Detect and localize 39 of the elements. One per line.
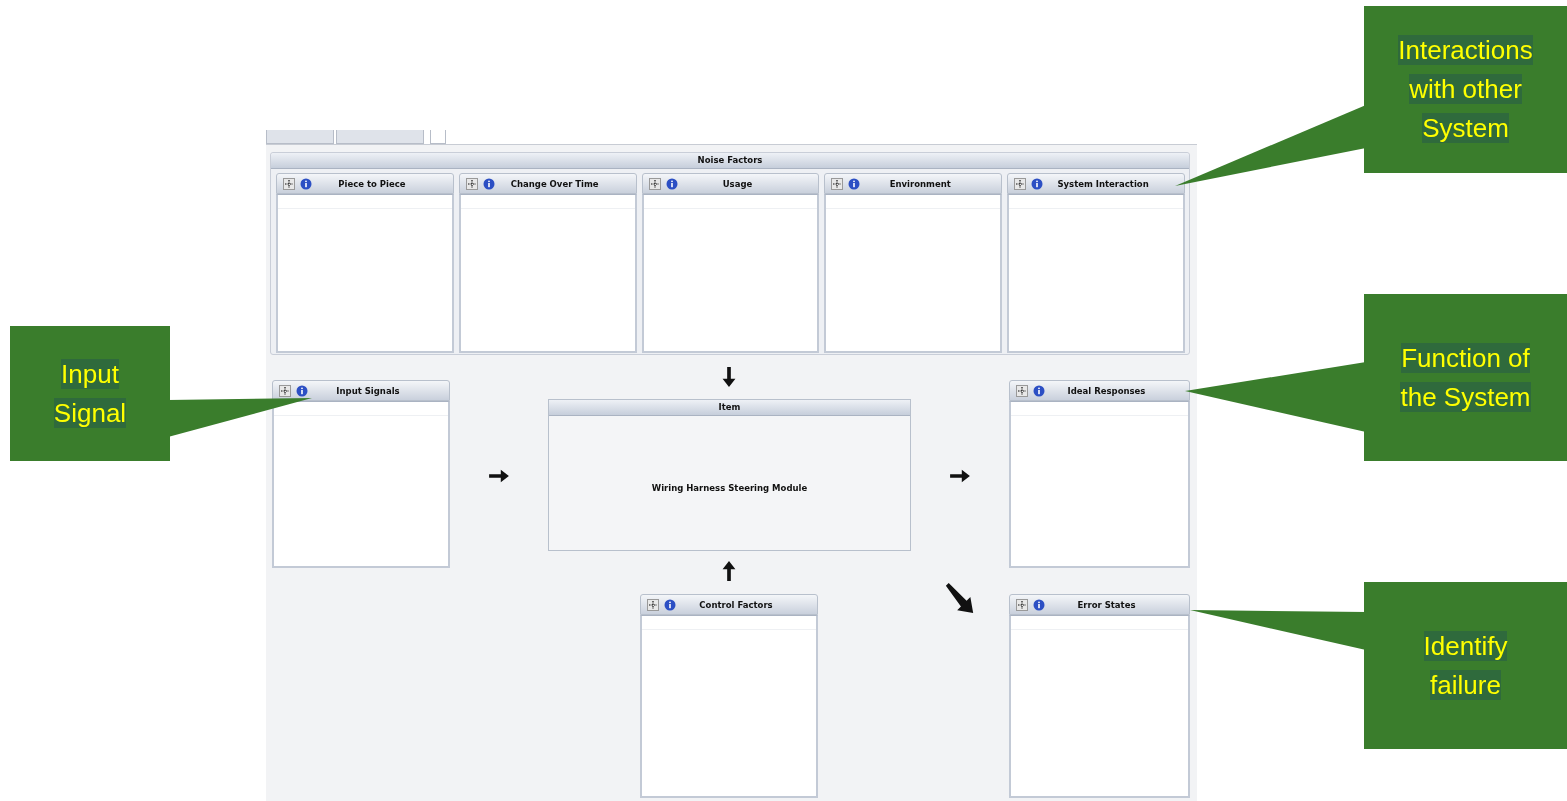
info-icon[interactable] [1033,598,1045,611]
info-icon[interactable] [296,384,308,397]
move-icon[interactable] [279,384,291,397]
item-name: Wiring Harness Steering Module [651,483,808,493]
callout-text: Input Signal [52,357,128,430]
move-icon[interactable] [648,177,661,190]
panel-title: Usage [721,178,754,189]
panel-title: Input Signals [335,385,401,396]
info-icon[interactable] [300,177,312,190]
right-arrow [950,469,970,483]
info-icon[interactable] [664,598,676,611]
panel-title: Item [549,400,910,416]
info-icon[interactable] [482,177,495,190]
panel-title: Noise Factors [271,153,1189,169]
panel-title: System Interaction [1056,178,1150,189]
callout-text: Interactions with other System [1397,34,1534,145]
move-icon[interactable] [1014,177,1027,190]
move-icon[interactable] [283,177,295,190]
info-icon[interactable] [848,177,861,190]
right-arrow [489,469,509,483]
panel-title: Ideal Responses [1066,385,1147,396]
info-icon[interactable] [665,177,678,190]
panel-title: Change Over Time [509,178,600,189]
info-icon[interactable] [1033,384,1045,397]
down-arrow [722,366,736,388]
move-icon[interactable] [831,177,844,190]
panel-title: Piece to Piece [337,178,407,189]
panel-title: Control Factors [698,599,774,610]
info-icon[interactable] [1031,177,1044,190]
move-icon[interactable] [647,598,659,611]
diagonal-arrow [945,582,974,614]
callout-text: Function of the System [1399,341,1532,414]
callout-text: Identify failure [1422,629,1509,702]
panel-title: Environment [888,178,952,189]
up-arrow [722,560,736,582]
move-icon[interactable] [1016,384,1028,397]
panel-title: Error States [1076,599,1137,610]
move-icon[interactable] [465,177,478,190]
move-icon[interactable] [1016,598,1028,611]
